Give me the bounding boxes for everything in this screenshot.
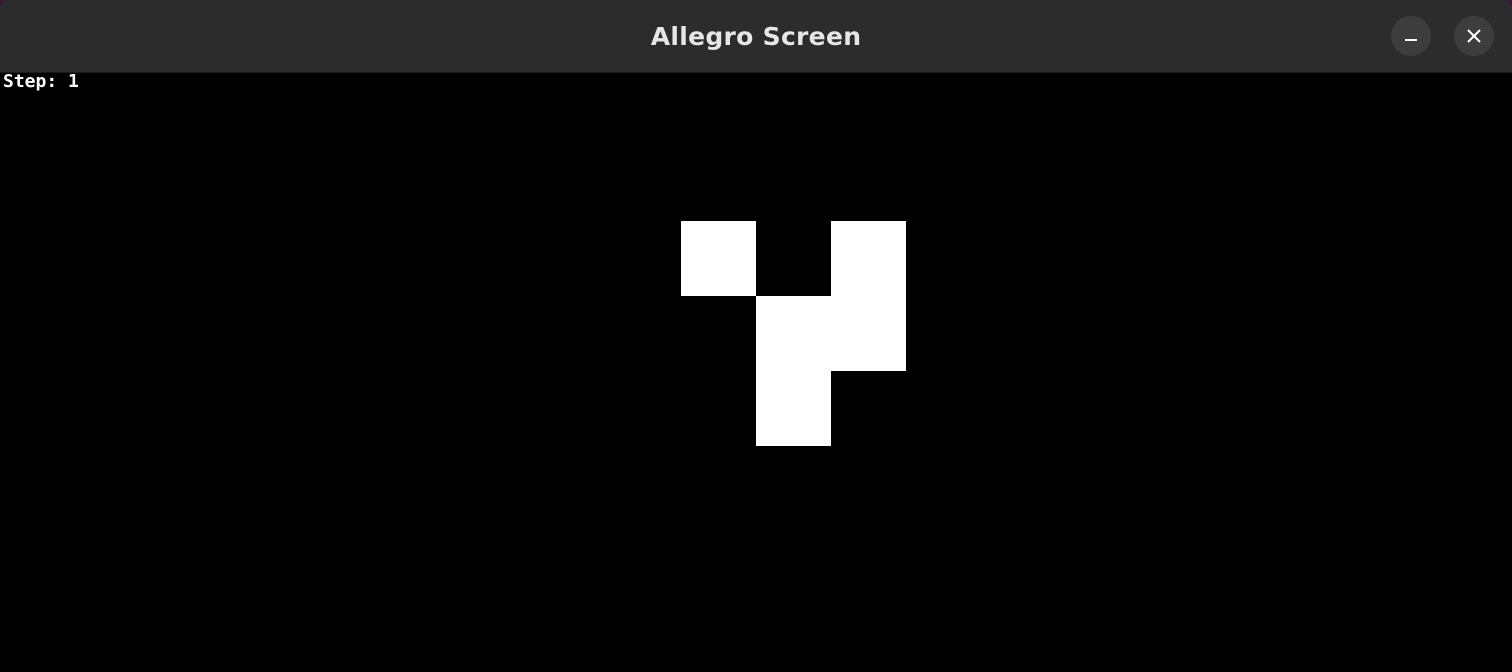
game-canvas[interactable]: Step: 1 bbox=[0, 71, 1512, 672]
close-icon bbox=[1467, 29, 1481, 43]
live-cell bbox=[756, 371, 831, 446]
window-title: Allegro Screen bbox=[650, 22, 862, 51]
app-window: Allegro Screen Step: 1 bbox=[0, 0, 1512, 672]
live-cell bbox=[831, 221, 906, 296]
minimize-icon bbox=[1405, 39, 1417, 41]
minimize-button[interactable] bbox=[1391, 16, 1431, 56]
live-cell bbox=[831, 296, 906, 371]
live-cell bbox=[756, 296, 831, 371]
title-bar[interactable]: Allegro Screen bbox=[0, 0, 1512, 73]
close-button[interactable] bbox=[1454, 16, 1494, 56]
cell-grid bbox=[681, 221, 906, 446]
live-cell bbox=[681, 221, 756, 296]
